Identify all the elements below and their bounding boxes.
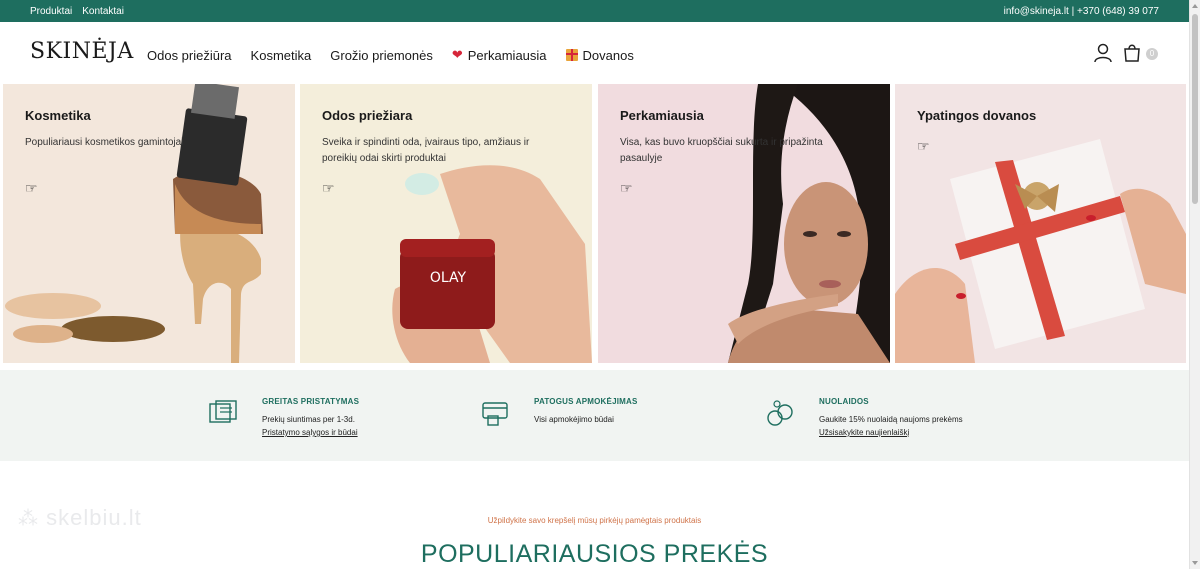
foundation-brush-image	[5, 84, 263, 363]
contacts-link[interactable]: Kontaktai	[82, 6, 124, 17]
feature-heading: NUOLAIDOS	[819, 397, 869, 406]
feature-heading: PATOGUS APMOKĖJIMAS	[534, 397, 638, 406]
banner-description: Visa, kas buvo kruopščiai sukurta ir pri…	[620, 137, 823, 164]
nav-label: Perkamiausia	[467, 47, 547, 63]
features-strip: GREITAS PRISTATYMAS Prekių siuntimas per…	[0, 370, 1189, 461]
popular-title: POPULIARIAUSIOS PREKĖS	[420, 540, 769, 568]
contact-info[interactable]: info@skineja.lt | +370 (648) 39 077	[1004, 6, 1159, 17]
nav-label: Grožio priemonės	[330, 47, 433, 63]
user-icon[interactable]	[1094, 43, 1112, 63]
products-link[interactable]: Produktai	[30, 6, 72, 17]
gift-box-image	[895, 139, 1186, 363]
heart-icon: ❤	[451, 47, 463, 62]
pointing-hand-icon: ☞	[322, 180, 335, 196]
banner-description: Populiariausi kosmetikos gamintojai	[25, 137, 184, 148]
feature-text: Visi apmokėjimo būdai	[534, 415, 614, 424]
payment-icon	[482, 402, 508, 426]
main-header: SKINĖJA Odos priežiūra Kosmetika Grožio …	[0, 22, 1189, 84]
feature-text: Gaukite 15% nuolaidą naujoms prekėms	[819, 415, 963, 424]
scroll-up-icon[interactable]	[1192, 4, 1198, 8]
logo[interactable]: SKINĖJA	[30, 39, 134, 64]
nav-item-bestsellers[interactable]: ❤ Perkamiausia	[452, 47, 547, 63]
cream-jar-image: OLAY	[392, 165, 592, 363]
scrollbar-thumb[interactable]	[1192, 14, 1198, 204]
feature-heading: GREITAS PRISTATYMAS	[262, 397, 360, 406]
scroll-down-icon[interactable]	[1192, 561, 1198, 565]
cart-icon[interactable]	[1122, 43, 1142, 63]
page-scrollbar[interactable]	[1189, 0, 1200, 569]
banner-title: Kosmetika	[25, 108, 91, 123]
banner-title: Odos priežiara	[322, 108, 413, 123]
banner-special-gifts[interactable]: Ypatingos dovanos ☞	[895, 84, 1186, 363]
top-bar: Produktai Kontaktai info@skineja.lt | +3…	[0, 0, 1189, 22]
delivery-icon	[209, 400, 237, 423]
pointing-hand-icon: ☞	[917, 138, 930, 154]
popular-subtitle: Užpildykite savo krepšelį mūsų pirkėjų p…	[487, 516, 702, 525]
banner-bestsellers[interactable]: Perkamiausia Visa, kas buvo kruopščiai s…	[598, 84, 890, 363]
nav-item-skin-care[interactable]: Odos priežiūra	[147, 47, 232, 63]
top-links: Produktai Kontaktai	[30, 6, 124, 17]
nav-label: Dovanos	[582, 47, 634, 63]
nav-label: Kosmetika	[250, 47, 312, 63]
nav-label: Odos priežiūra	[147, 47, 232, 63]
discount-icon	[767, 400, 793, 426]
banner-title: Perkamiausia	[620, 108, 704, 123]
gift-icon	[565, 49, 578, 61]
model-portrait-image	[728, 84, 890, 363]
banner-cosmetics[interactable]: Kosmetika Populiariausi kosmetikos gamin…	[3, 84, 295, 363]
nav-item-beauty-tools[interactable]: Grožio priemonės	[330, 47, 433, 63]
nav-item-cosmetics[interactable]: Kosmetika	[251, 47, 312, 63]
newsletter-link[interactable]: Užsisakykite naujienlaiškį	[819, 428, 909, 437]
banner-title: Ypatingos dovanos	[917, 108, 1037, 123]
cart-count-badge: 0	[1146, 48, 1158, 60]
delivery-terms-link[interactable]: Pristatymo sąlygos ir būdai	[262, 428, 358, 437]
feature-text: Prekių siuntimas per 1-3d.	[262, 415, 355, 424]
banner-description: Sveika ir spindinti oda, įvairaus tipo, …	[322, 137, 530, 164]
nav-item-gifts[interactable]: Dovanos	[565, 47, 634, 63]
pointing-hand-icon: ☞	[25, 180, 38, 196]
pointing-hand-icon: ☞	[620, 180, 633, 196]
banner-skin-care[interactable]: OLAY Odos priežiara Sveika ir spindinti …	[300, 84, 592, 363]
product-brand-text: OLAY	[430, 270, 467, 286]
category-banners: Kosmetika Populiariausi kosmetikos gamin…	[3, 84, 1186, 363]
main-nav: Odos priežiūra Kosmetika Grožio priemonė…	[147, 47, 634, 63]
